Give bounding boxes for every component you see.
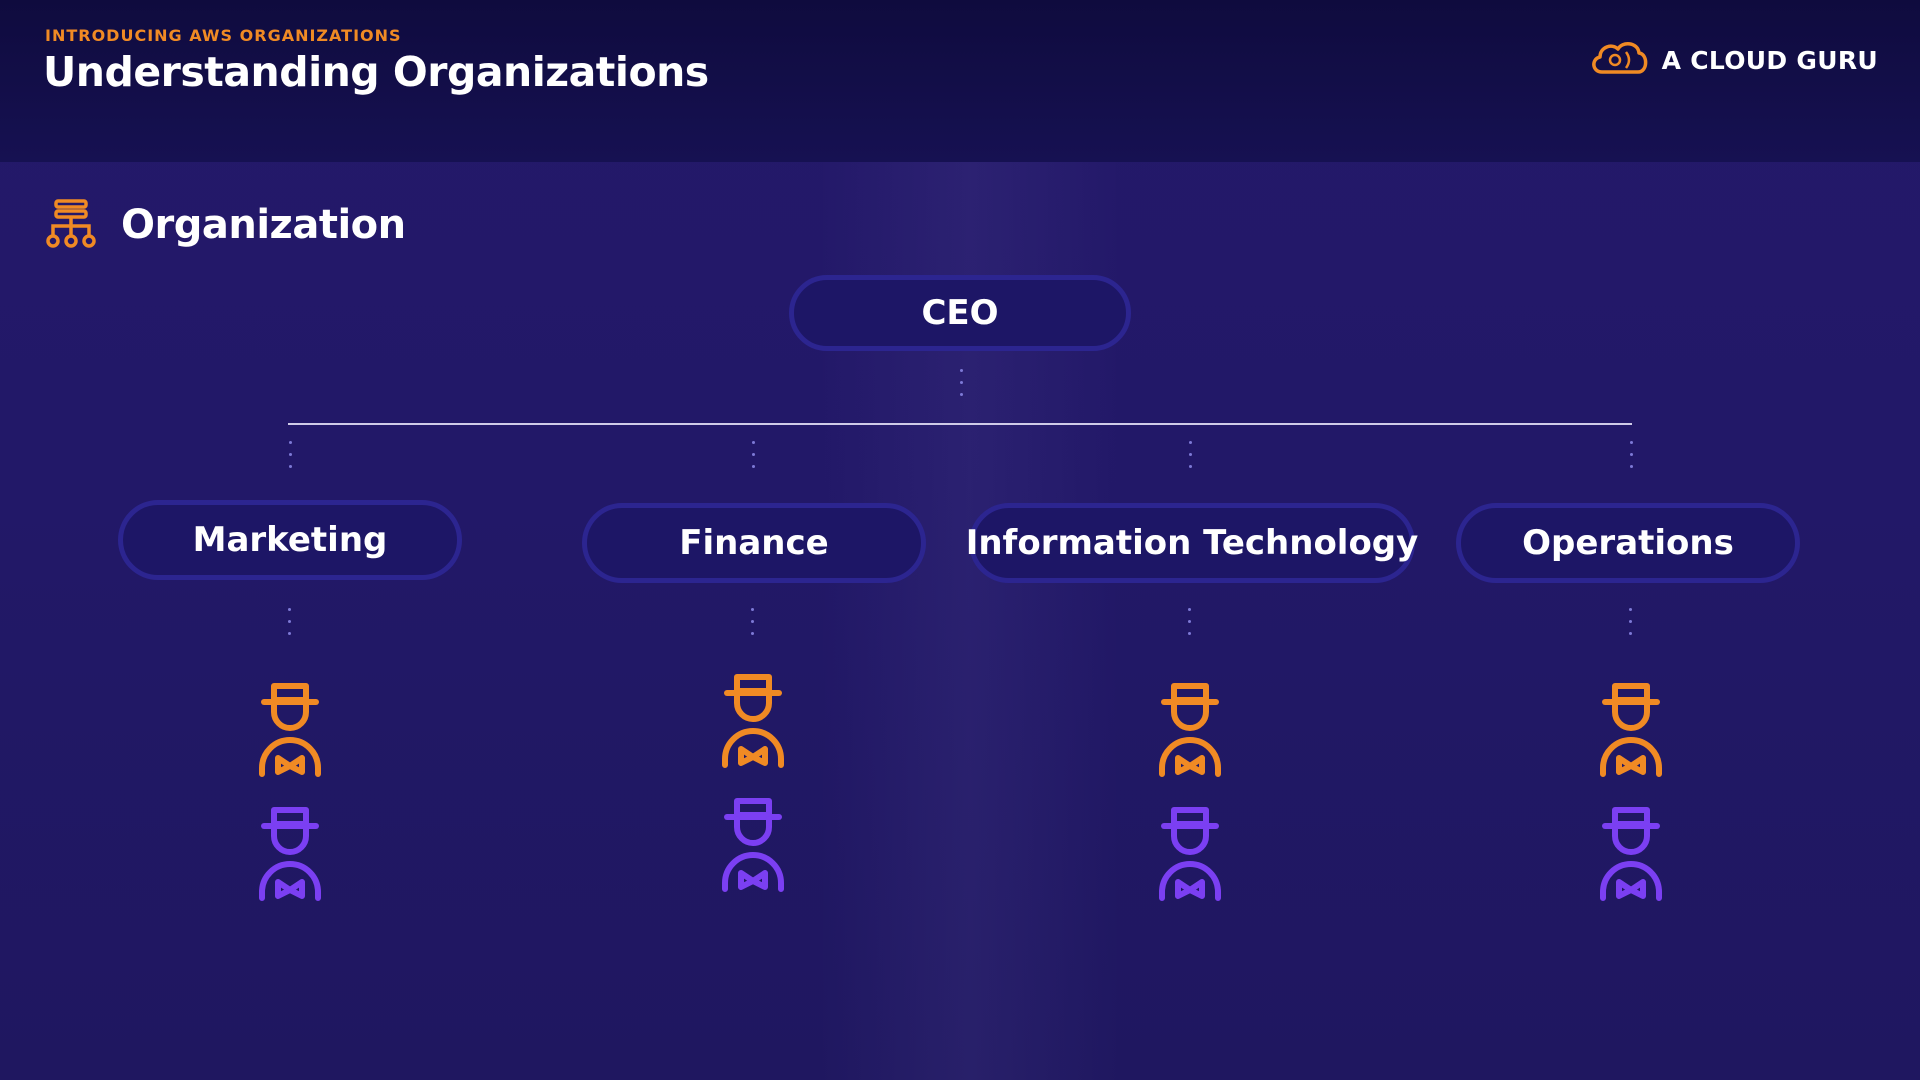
- connector-it: [1189, 441, 1193, 468]
- person-icon: [1159, 807, 1221, 901]
- org-chart-icon: [45, 198, 97, 252]
- org-node-label: CEO: [921, 293, 999, 333]
- org-node-marketing: Marketing: [118, 500, 462, 580]
- connector-ceo: [960, 369, 964, 396]
- org-node-operations: Operations: [1456, 503, 1800, 583]
- section-title: Organization: [121, 202, 406, 248]
- person-icon: [722, 674, 784, 768]
- brand-logo: A CLOUD GURU: [1588, 38, 1878, 82]
- brand-name: A CLOUD GURU: [1661, 45, 1878, 75]
- person-icon: [259, 807, 321, 901]
- connector-marketing-people: [288, 608, 292, 635]
- connector-it-people: [1188, 608, 1192, 635]
- person-icon: [1159, 683, 1221, 777]
- connector-finance: [752, 441, 756, 468]
- person-icon: [1600, 807, 1662, 901]
- org-node-label: Operations: [1522, 523, 1734, 563]
- org-node-label: Marketing: [192, 520, 388, 560]
- person-icon: [259, 683, 321, 777]
- slide-title: Understanding Organizations: [43, 48, 709, 96]
- connector-marketing: [289, 441, 293, 468]
- person-icon: [722, 798, 784, 892]
- person-icon: [1600, 683, 1662, 777]
- slide-eyebrow: INTRODUCING AWS ORGANIZATIONS: [45, 26, 402, 45]
- cloud-icon: [1588, 38, 1650, 82]
- connector-finance-people: [751, 608, 755, 635]
- org-node-label: Information Technology: [965, 523, 1419, 563]
- org-node-information-technology: Information Technology: [966, 503, 1418, 583]
- connector-operations: [1630, 441, 1634, 468]
- org-node-label: Finance: [679, 523, 829, 563]
- slide-header: INTRODUCING AWS ORGANIZATIONS Understand…: [0, 0, 1920, 162]
- org-node-ceo: CEO: [789, 275, 1131, 351]
- connector-bus-line: [288, 423, 1632, 425]
- connector-operations-people: [1629, 608, 1633, 635]
- org-node-finance: Finance: [582, 503, 926, 583]
- section-heading: Organization: [45, 198, 406, 252]
